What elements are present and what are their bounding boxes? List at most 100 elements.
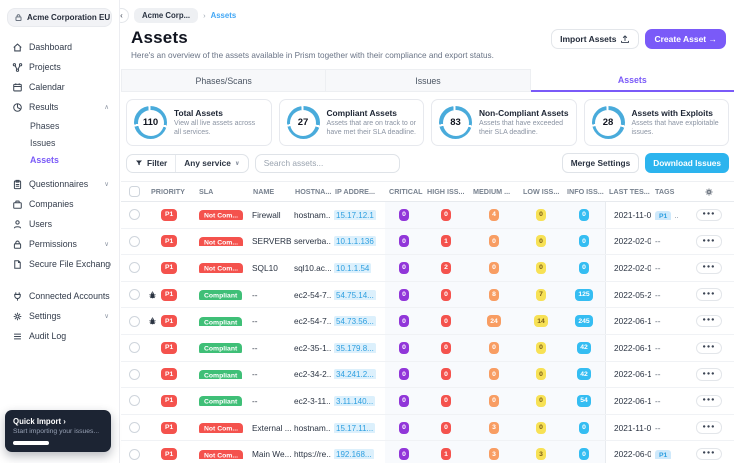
column-header-tags[interactable]: TAGS <box>651 187 691 196</box>
filter-button[interactable]: Filter <box>127 155 175 172</box>
table-row[interactable]: P1 Not Com... Main We... https://re... 192.1… <box>121 441 734 463</box>
download-issues-button[interactable]: Download Issues <box>645 153 729 173</box>
sidebar-item-permissions[interactable]: Permissions ∨ <box>0 234 119 254</box>
table-row[interactable]: P1 Not Com... SQL10 sql10.ac... 10.1.1.54 0 2 0… <box>121 255 734 282</box>
org-selector[interactable]: Acme Corporation EU <box>7 8 112 27</box>
import-assets-button[interactable]: Import Assets <box>551 29 640 49</box>
sidebar-item-secure-file-exchange[interactable]: Secure File Exchange <box>0 254 119 274</box>
table-row[interactable]: P1 Not Com... Firewall hostnam... 15.17.12.1… <box>121 202 734 229</box>
row-checkbox[interactable] <box>128 342 140 354</box>
sidebar-item-projects[interactable]: Projects <box>0 57 119 77</box>
hostname-cell: ec2-54-7... <box>294 289 331 300</box>
sidebar-item-users[interactable]: Users <box>0 214 119 234</box>
stat-text: Total Assets View all live assets across … <box>174 108 264 137</box>
table-row[interactable]: P1 Not Com... External ... hostnam... 15.17.… <box>121 414 734 442</box>
stat-card-non-compliant-assets[interactable]: 83 Non-Compliant Assets Assets that have e… <box>431 99 577 146</box>
medium-cell: 8 <box>469 281 519 308</box>
stat-card-assets-with-exploits[interactable]: 28 Assets with Exploits Assets that have e… <box>583 99 729 146</box>
ip-address-link[interactable]: 10.1.1.54 <box>334 262 372 273</box>
row-actions-button[interactable]: ●●● <box>696 261 722 275</box>
row-actions-button[interactable]: ●●● <box>696 314 722 328</box>
table-row[interactable]: P1 Compliant -- ec2-54-7... 54.73.56... 0 0 24 1… <box>121 308 734 335</box>
sidebar-item-companies[interactable]: Companies <box>0 194 119 214</box>
ip-address-link[interactable]: 192.168... <box>334 449 374 460</box>
column-header-medium[interactable]: MEDIUM ... <box>469 187 519 196</box>
row-checkbox[interactable] <box>128 262 140 274</box>
ip-address-link[interactable]: 54.75.14... <box>334 289 376 300</box>
column-header-high-iss[interactable]: HIGH ISS... <box>423 187 469 196</box>
sidebar-subitem-issues[interactable]: Issues <box>0 134 119 151</box>
select-all-checkbox[interactable] <box>128 186 140 197</box>
column-header-priority[interactable]: PRIORITY <box>147 187 195 196</box>
table-row[interactable]: P1 Compliant -- ec2-3-11... 3.11.140... 0 0 0 0 5… <box>121 388 734 415</box>
row-checkbox[interactable] <box>128 209 140 221</box>
row-checkbox[interactable] <box>128 368 140 380</box>
row-checkbox[interactable] <box>128 448 140 460</box>
ip-address-link[interactable]: 15.17.12.1 <box>334 209 376 220</box>
info-count-badge: 54 <box>576 394 592 407</box>
row-actions-button[interactable]: ●●● <box>696 235 722 248</box>
sidebar-item-settings[interactable]: Settings ∨ <box>0 306 119 326</box>
merge-settings-button[interactable]: Merge Settings <box>561 153 640 173</box>
row-checkbox[interactable] <box>128 315 140 327</box>
ip-address-link[interactable]: 15.17.11... <box>334 422 376 433</box>
sidebar-item-dashboard[interactable]: Dashboard <box>0 37 119 57</box>
column-header-sla[interactable]: SLA <box>195 187 249 196</box>
table-row[interactable]: P1 Compliant -- ec2-54-7... 54.75.14... 0 0 8 7 1… <box>121 281 734 309</box>
name-cell: -- <box>252 395 258 406</box>
column-header-last-tes[interactable]: LAST TES... <box>605 187 651 196</box>
sidebar-subitem-phases[interactable]: Phases <box>0 117 119 134</box>
column-settings-icon[interactable] <box>704 187 714 197</box>
row-actions-button[interactable]: ●●● <box>696 288 722 301</box>
row-actions-button[interactable]: ●●● <box>696 447 722 461</box>
stat-card-total-assets[interactable]: 110 Total Assets View all live assets acro… <box>126 99 272 146</box>
breadcrumb-org[interactable]: Acme Corp... <box>134 8 199 23</box>
row-checkbox[interactable] <box>128 395 140 407</box>
column-header-hostna[interactable]: HOSTNA... <box>291 187 331 196</box>
sidebar-item-results[interactable]: Results ∧ <box>0 97 119 117</box>
quick-import-tooltip[interactable]: Quick Import › Start importing your issu… <box>5 410 111 452</box>
column-header-name[interactable]: NAME <box>249 187 291 196</box>
sidebar-item-label: Dashboard <box>29 42 73 52</box>
table-row[interactable]: P1 Compliant -- ec2-35-1... 35.179.8... 0 0 0 0 4… <box>121 334 734 362</box>
row-actions-button[interactable]: ●●● <box>696 368 722 381</box>
service-dropdown[interactable]: Any service ∨ <box>175 154 247 172</box>
row-checkbox[interactable] <box>128 422 140 434</box>
row-checkbox[interactable] <box>128 289 140 301</box>
create-asset-button[interactable]: Create Asset → <box>645 29 726 49</box>
column-header-critical[interactable]: CRITICAL ... <box>385 187 423 196</box>
filter-label: Filter <box>147 158 168 168</box>
ip-address-link[interactable]: 3.11.140... <box>334 395 376 406</box>
tab-assets[interactable]: Assets <box>530 69 734 92</box>
priority-badge: P1 <box>161 288 178 301</box>
column-header-ip-addre[interactable]: IP ADDRE... <box>331 187 385 196</box>
critical-count-badge: 0 <box>398 288 410 301</box>
search-input[interactable] <box>254 153 400 173</box>
sidebar-item-audit-log[interactable]: Audit Log <box>0 326 119 346</box>
sidebar-item-connected-accounts[interactable]: Connected Accounts <box>0 286 119 306</box>
medium-cell: 0 <box>469 334 519 361</box>
stat-card-compliant-assets[interactable]: 27 Compliant Assets Assets that are on tra… <box>278 99 424 146</box>
tab-phases-scans[interactable]: Phases/Scans <box>121 69 327 92</box>
column-header-low-iss[interactable]: LOW ISS... <box>519 187 563 196</box>
breadcrumb-current[interactable]: Assets <box>211 11 237 20</box>
tab-issues[interactable]: Issues <box>326 69 531 92</box>
sidebar-subitem-assets[interactable]: Assets <box>0 151 119 168</box>
table-row[interactable]: P1 Compliant -- ec2-34-2... 34.241.2... 0 0 0 0 4… <box>121 361 734 389</box>
row-actions-button[interactable]: ●●● <box>696 208 722 222</box>
column-header-info-iss[interactable]: INFO ISS... <box>563 187 605 196</box>
sidebar-item-calendar[interactable]: Calendar <box>0 77 119 97</box>
row-actions-cell: ●●● <box>691 314 727 328</box>
table-header-row: PRIORITY SLA NAME HOSTNA... IP ADDRE... CRITI… <box>121 182 734 202</box>
ip-address-link[interactable]: 35.179.8... <box>334 342 376 353</box>
name-cell: -- <box>252 289 258 300</box>
ip-address-link[interactable]: 10.1.1.136 <box>334 236 376 247</box>
row-checkbox[interactable] <box>128 235 140 247</box>
row-actions-button[interactable]: ●●● <box>696 341 722 355</box>
sidebar-item-questionnaires[interactable]: Questionnaires ∨ <box>0 174 119 194</box>
ip-address-link[interactable]: 54.73.56... <box>334 316 376 327</box>
ip-address-link[interactable]: 34.241.2... <box>334 369 376 380</box>
row-actions-button[interactable]: ●●● <box>696 394 722 408</box>
table-row[interactable]: P1 Not Com... SERVERB...serverba...10.1.1.… <box>121 228 734 256</box>
row-actions-button[interactable]: ●●● <box>696 421 722 434</box>
